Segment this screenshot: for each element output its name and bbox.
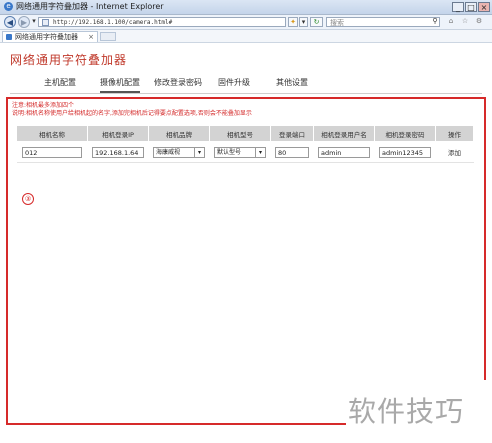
notice-text: 注意:相机最多添加四个 说明:相机名称使用户给相机起的名字,添加完相机后记得要点… bbox=[12, 102, 252, 118]
header-camera-ip: 相机登录IP bbox=[87, 125, 149, 142]
search-icon[interactable]: ⚲ bbox=[430, 17, 440, 27]
chevron-down-icon: ▾ bbox=[255, 147, 265, 157]
search-input[interactable]: 搜索 bbox=[326, 17, 440, 27]
home-icon[interactable]: ⌂ bbox=[445, 17, 457, 27]
notice-line-2: 说明:相机名称使用户给相机起的名字,添加完相机后记得要点配置选项,否则会不能叠加… bbox=[12, 110, 252, 117]
back-button[interactable]: ◀ bbox=[4, 16, 16, 28]
header-camera-model: 相机型号 bbox=[209, 125, 271, 142]
browser-tab[interactable]: 网络通用字符叠加器 × bbox=[2, 31, 98, 42]
maximize-button[interactable]: □ bbox=[465, 2, 477, 12]
menu-host-config[interactable]: 主机配置 bbox=[44, 77, 76, 88]
login-port-input[interactable]: 80 bbox=[275, 146, 309, 158]
header-camera-brand: 相机品牌 bbox=[148, 125, 210, 142]
close-window-button[interactable]: × bbox=[478, 2, 490, 12]
page-title: 网络通用字符叠加器 bbox=[10, 53, 128, 67]
settings-gear-icon[interactable]: ⚙ bbox=[473, 17, 485, 27]
refresh-icon[interactable]: ↻ bbox=[310, 17, 323, 27]
chevron-down-icon: ▾ bbox=[194, 147, 204, 157]
favorites-icon[interactable]: ☆ bbox=[459, 17, 471, 27]
window-title: 网络通用字符叠加器 - Internet Explorer bbox=[16, 2, 164, 11]
menu-firmware-upgrade[interactable]: 固件升级 bbox=[218, 77, 250, 88]
header-login-port: 登录端口 bbox=[270, 125, 314, 142]
notice-line-1: 注意:相机最多添加四个 bbox=[12, 102, 75, 109]
minimize-button[interactable]: _ bbox=[452, 2, 464, 12]
window-titlebar: e 网络通用字符叠加器 - Internet Explorer _ □ × bbox=[0, 0, 492, 15]
header-operation: 操作 bbox=[435, 125, 474, 142]
header-login-username: 相机登录用户名 bbox=[313, 125, 375, 142]
table-row: 012 192.168.1.64 海康威视 ▾ 默认型号 ▾ 80 admin ad… bbox=[16, 141, 474, 163]
watermark: 软件技巧 bbox=[346, 380, 492, 443]
camera-model-select[interactable]: 默认型号 ▾ bbox=[214, 146, 266, 158]
forward-button[interactable]: ▶ bbox=[18, 16, 30, 28]
camera-brand-value: 海康威视 bbox=[156, 148, 181, 156]
add-camera-button[interactable]: 添加 bbox=[448, 149, 461, 157]
address-dropdown-icon[interactable]: ▾ bbox=[299, 17, 308, 27]
ie-icon: e bbox=[4, 2, 13, 11]
menu-change-password[interactable]: 修改登录密码 bbox=[154, 77, 202, 88]
address-bar[interactable]: http://192.168.1.100/camera.html# bbox=[38, 17, 286, 27]
navigation-bar: ◀ ▶ ▾ http://192.168.1.100/camera.html# … bbox=[0, 15, 492, 30]
tab-bar: 网络通用字符叠加器 × bbox=[0, 30, 492, 43]
camera-model-value: 默认型号 bbox=[217, 148, 242, 156]
page-icon bbox=[42, 19, 49, 26]
compatibility-icon[interactable]: ✦ bbox=[288, 17, 298, 27]
step-marker: ③ bbox=[22, 193, 34, 205]
history-dropdown-icon[interactable]: ▾ bbox=[31, 17, 37, 27]
main-menu: 主机配置 摄像机配置 修改登录密码 固件升级 其他设置 bbox=[10, 73, 482, 94]
tab-title: 网络通用字符叠加器 bbox=[15, 33, 78, 41]
login-password-input[interactable]: admin12345 bbox=[379, 146, 431, 158]
header-camera-name: 相机名称 bbox=[16, 125, 88, 142]
camera-brand-select[interactable]: 海康威视 ▾ bbox=[153, 146, 205, 158]
table-header-row: 相机名称 相机登录IP 相机品牌 相机型号 登录端口 相机登录用户名 相机登录密… bbox=[16, 125, 474, 142]
watermark-text: 软件技巧 bbox=[348, 395, 465, 428]
login-username-input[interactable]: admin bbox=[318, 146, 370, 158]
camera-table: 相机名称 相机登录IP 相机品牌 相机型号 登录端口 相机登录用户名 相机登录密… bbox=[16, 125, 474, 163]
address-text: http://192.168.1.100/camera.html# bbox=[53, 19, 173, 26]
camera-ip-input[interactable]: 192.168.1.64 bbox=[92, 146, 144, 158]
camera-config-panel: 注意:相机最多添加四个 说明:相机名称使用户给相机起的名字,添加完相机后记得要点… bbox=[6, 97, 486, 425]
menu-other-settings[interactable]: 其他设置 bbox=[276, 77, 308, 88]
header-login-password: 相机登录密码 bbox=[374, 125, 436, 142]
tab-favicon-icon bbox=[6, 34, 12, 40]
tab-close-icon[interactable]: × bbox=[88, 32, 94, 42]
menu-camera-config[interactable]: 摄像机配置 bbox=[100, 77, 140, 93]
camera-name-input[interactable]: 012 bbox=[22, 146, 82, 158]
new-tab-button[interactable] bbox=[100, 32, 116, 41]
